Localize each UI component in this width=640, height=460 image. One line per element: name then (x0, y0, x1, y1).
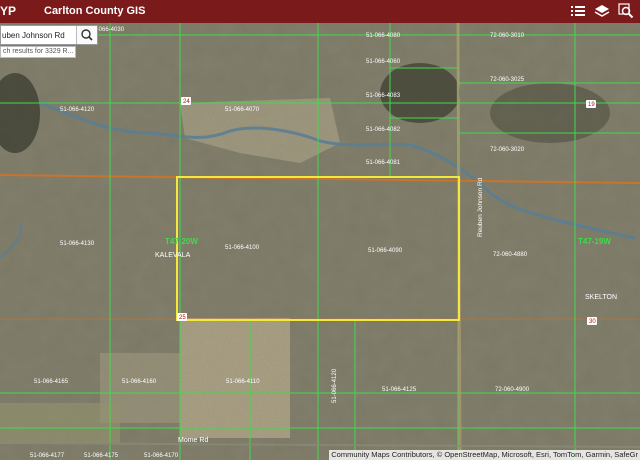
aerial-map[interactable]: 51-066-4120 51-066-4070 51-066-4080 51-0… (0, 23, 640, 460)
parcel-label: 51-066-4160 (122, 379, 157, 385)
app-header: YP Carlton County GIS (0, 0, 640, 23)
zoom-search-icon[interactable] (618, 3, 634, 19)
list-icon[interactable] (570, 3, 586, 19)
forest-patch (490, 83, 610, 143)
parcel-label: 51-066-4081 (366, 160, 401, 166)
search-button[interactable] (76, 26, 97, 44)
parcel-label: 51-066-4083 (366, 93, 401, 99)
svg-text:25: 25 (179, 315, 186, 321)
svg-text:24: 24 (183, 99, 190, 105)
road-shield: 24 (181, 97, 191, 105)
parcel-label: 51-066-4082 (366, 127, 401, 133)
parcel-label: 51-066-4120 (332, 368, 338, 403)
map-attribution: Community Maps Contributors, © OpenStree… (329, 450, 640, 460)
township-label: T47-19W (578, 237, 611, 246)
parcel-label: 72-060-4900 (495, 387, 530, 393)
search-input[interactable] (1, 26, 78, 44)
parcel-label: 51-066-4165 (34, 379, 69, 385)
parcel-label: 51-066-4070 (225, 107, 260, 113)
search-icon (81, 29, 93, 41)
layers-icon[interactable] (594, 3, 610, 19)
township-label: T47-20W (165, 237, 198, 246)
road-shield: 25 (177, 313, 187, 321)
parcel-label: 72-060-3020 (490, 147, 525, 153)
svg-text:19: 19 (588, 102, 595, 108)
parcel-label: 51-066-4125 (382, 387, 417, 393)
place-label-kalevala: KALEVALA (155, 252, 191, 259)
parcel-label: 72-060-3010 (490, 33, 525, 39)
search-box (0, 25, 98, 45)
place-label-skelton: SKELTON (585, 294, 617, 301)
app-title: Carlton County GIS (44, 5, 146, 17)
svg-text:30: 30 (589, 319, 596, 325)
parcel-label: 51-066-4080 (366, 33, 401, 39)
parcel-label: 51-066-4120 (60, 107, 95, 113)
parcel-label: 51-066-4110 (226, 379, 260, 385)
parcel-label: 72-060-3025 (490, 77, 525, 83)
road-label: Mome Rd (178, 437, 208, 444)
parcel-label: 51-066-4090 (368, 248, 403, 254)
search-suggestion[interactable]: ch results for 3329 R... (0, 46, 76, 58)
road-shield: 19 (586, 100, 596, 108)
map-view[interactable]: 51-066-4120 51-066-4070 51-066-4080 51-0… (0, 23, 640, 460)
parcel-label: 72-060-4880 (493, 252, 528, 258)
parcel-label: 51-066-4130 (60, 241, 95, 247)
road-shield: 30 (587, 317, 597, 325)
road-label: Reuben Johnson Rd (477, 177, 484, 237)
parcel-label: 51-066-4177 (30, 453, 65, 459)
parcel-label: 51-066-4100 (225, 245, 260, 251)
parcel-label: 51-066-4060 (366, 59, 401, 65)
app-logo: YP (0, 4, 17, 18)
parcel-label: 51-066-4170 (144, 453, 179, 459)
parcel-label: 51-066-4175 (84, 453, 119, 459)
